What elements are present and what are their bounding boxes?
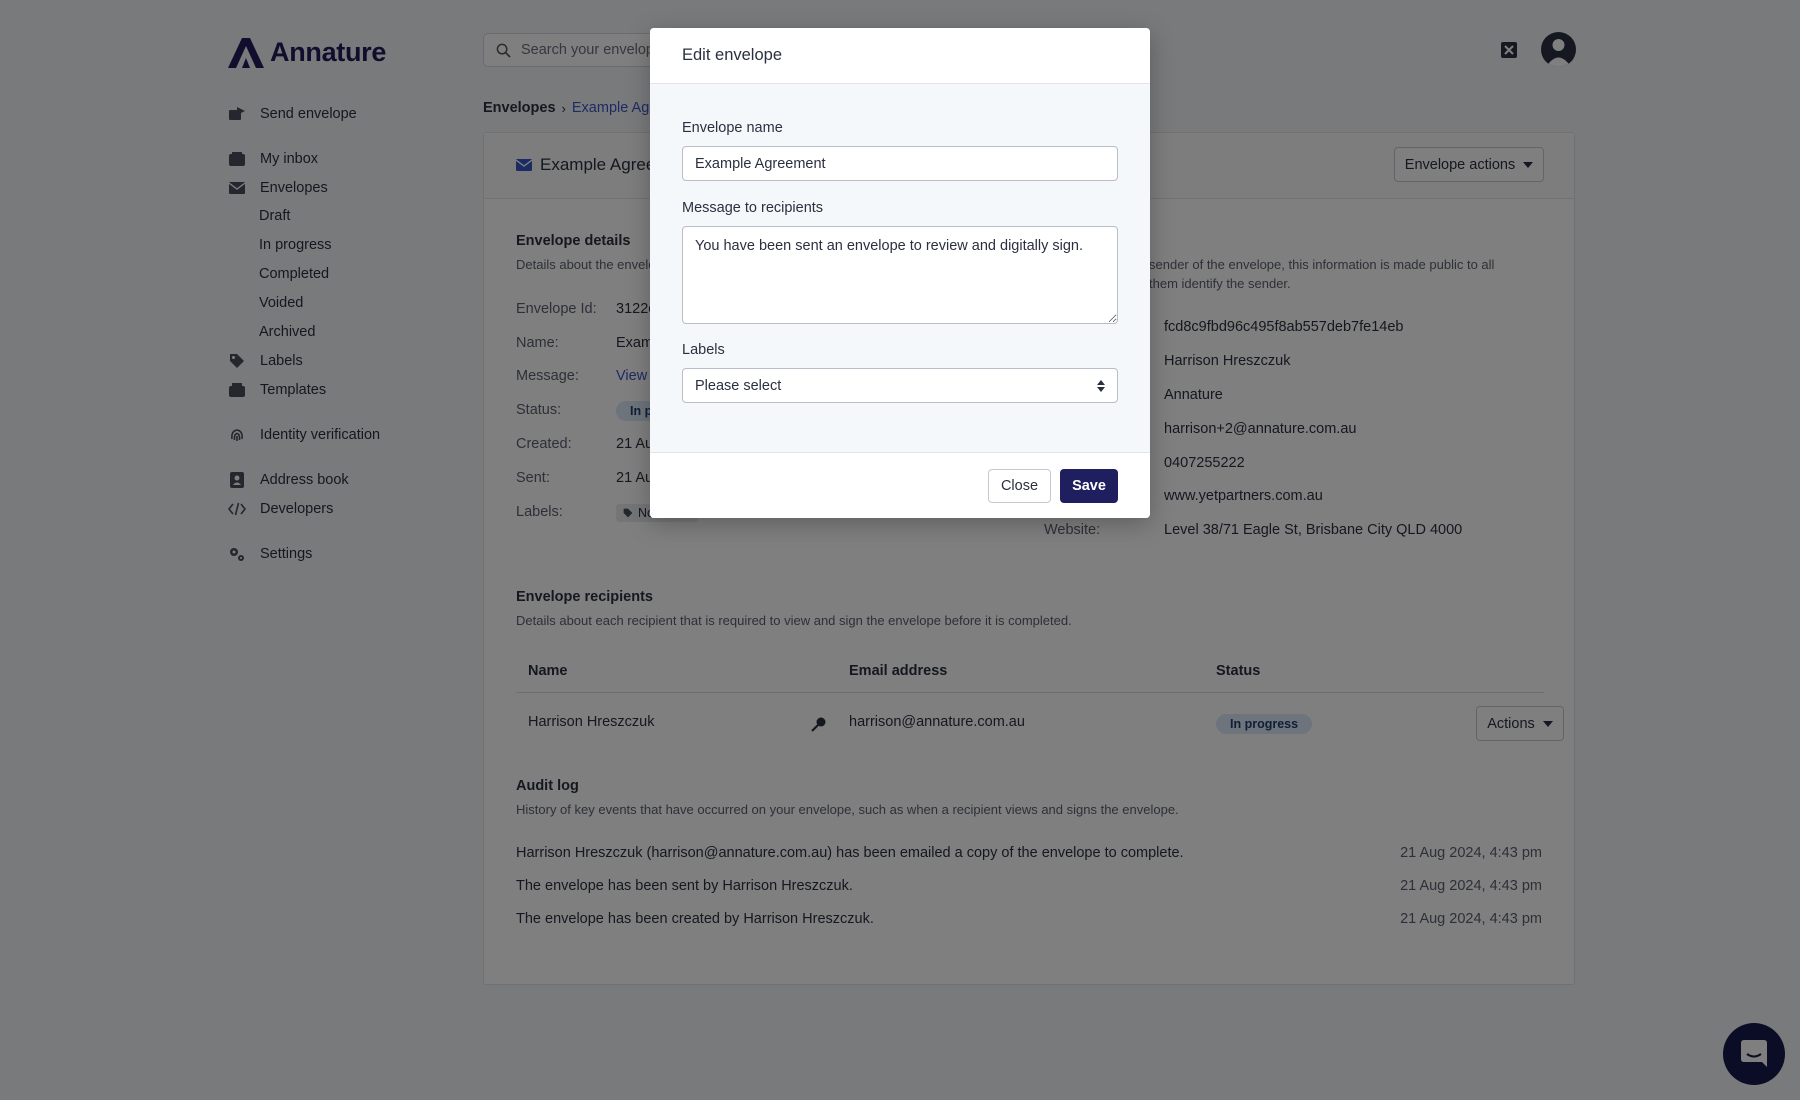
close-button[interactable]: Close	[988, 469, 1051, 503]
envelope-name-input[interactable]	[682, 146, 1118, 181]
select-arrows-icon	[1097, 379, 1105, 392]
modal-title: Edit envelope	[650, 28, 1150, 84]
modal-footer: Close Save	[650, 452, 1150, 518]
message-textarea[interactable]: You have been sent an envelope to review…	[682, 226, 1118, 324]
message-label: Message to recipients	[682, 200, 824, 216]
edit-envelope-modal: Edit envelope Envelope name Message to r…	[650, 28, 1150, 518]
labels-select[interactable]: Please select	[682, 368, 1118, 403]
labels-field-label: Labels	[682, 342, 725, 358]
save-button[interactable]: Save	[1060, 469, 1118, 503]
envelope-name-label: Envelope name	[682, 120, 783, 136]
labels-select-value: Please select	[695, 377, 782, 394]
